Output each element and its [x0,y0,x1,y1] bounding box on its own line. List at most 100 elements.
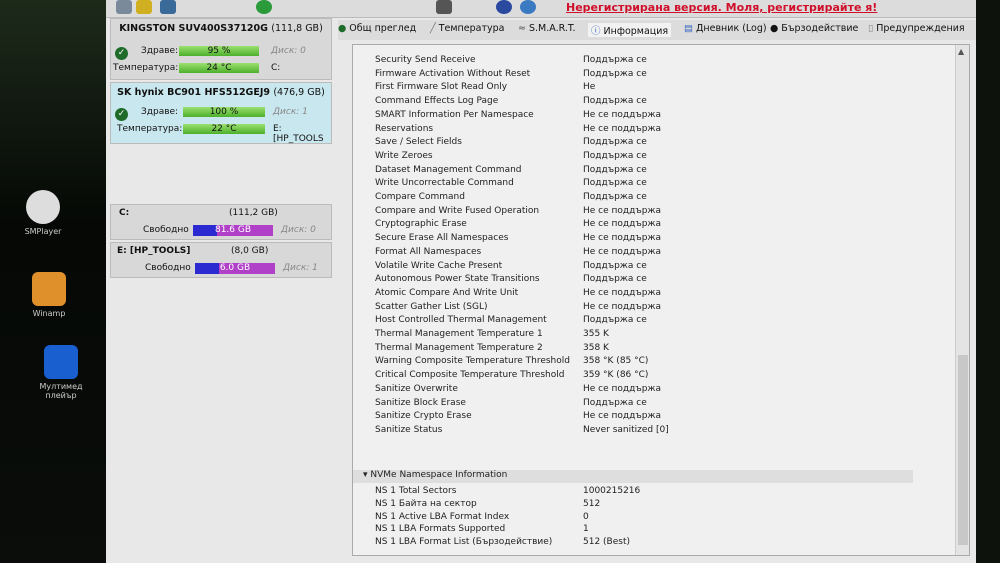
free-space-bar: 6.0 GB [195,263,275,274]
tab-label: Температура [438,23,505,34]
property-value: Не се поддържа [583,287,662,298]
property-value: 512 (Best) [583,537,630,548]
disk-number: Диск: 1 [283,263,318,273]
tab-alerts[interactable]: ▯ Предупреждения [868,23,965,34]
property-value: 1 [583,524,589,535]
property-name: Compare and Write Fused Operation [375,205,540,216]
disk-name: KINGSTON SUV400S37120G [119,23,268,34]
temp-bar: 22 °C [183,124,265,134]
property-name: Autonomous Power State Transitions [375,274,540,285]
property-value: Не се поддържа [583,246,662,257]
property-value: Не се поддържа [583,383,662,394]
temp-label: Температура: [117,124,183,134]
property-value: Поддържа се [583,96,647,107]
health-label: Здраве: [141,107,179,117]
property-name: NS 1 Total Sectors [375,486,457,496]
property-name: Sanitize Overwrite [375,383,458,394]
disk-number: Диск: 0 [271,46,306,56]
tab-label: Дневник (Log) [695,23,767,34]
volume-name: E: [HP_TOOLS] [117,246,191,256]
tab-performance[interactable]: ● Бързодействие [770,23,858,34]
property-name: First Firmware Slot Read Only [375,82,508,93]
unregistered-link[interactable]: Нерегистрирана версия. Моля, регистрирай… [566,1,877,14]
property-name: Secure Erase All Namespaces [375,233,509,244]
property-name: Reservations [375,123,434,134]
desktop-icon-media-player[interactable]: Мултимед плейър [26,345,96,400]
property-name: Sanitize Status [375,424,443,435]
disk-item[interactable]: KINGSTON SUV400S37120G (111,8 GB) ✓ Здра… [110,18,332,80]
tab-label: Информация [603,26,669,37]
tab-information[interactable]: ⓘ Информация [588,23,672,37]
property-value: Поддържа се [583,178,647,189]
disk-size: (111,8 GB) [271,23,323,34]
tab-bar: ● Общ преглед ╱ Температура ≈ S.M.A.R.T. ⓘ И… [338,20,976,40]
property-name: Save / Select Fields [375,137,462,148]
volume-item[interactable]: C: (111,2 GB) Свободно 81.6 GB Диск: 0 [110,204,332,240]
property-value: Поддържа се [583,315,647,326]
property-value: Поддържа се [583,260,647,271]
desktop-icon-smplayer[interactable]: SMPlayer [8,190,78,236]
disk-number: Диск: 1 [273,107,308,117]
toolbar-button-icon[interactable] [116,0,132,14]
toolbar-button-icon[interactable] [160,0,176,14]
property-value: Поддържа се [583,150,647,161]
disk-volume: C: [271,63,281,73]
volume-size: (8,0 GB) [231,246,269,256]
property-name: Volatile Write Cache Present [375,260,503,271]
smart-icon: ≈ [518,23,526,34]
property-name: NS 1 Байта на сектор [375,498,477,509]
tab-overview[interactable]: ● Общ преглед [338,23,416,34]
volume-item[interactable]: E: [HP_TOOLS] (8,0 GB) Свободно 6.0 GB Д… [110,242,332,278]
property-value: Не се поддържа [583,123,662,134]
property-value: Поддържа се [583,192,647,202]
scrollbar[interactable]: ▲ [955,45,969,555]
winamp-icon [32,272,66,306]
property-value: 358 °K (85 °C) [583,356,649,367]
toolbar-button-icon[interactable] [436,0,452,14]
section-header[interactable]: ▾ NVMe Namespace Information [353,470,913,483]
scroll-up-icon[interactable]: ▲ [958,47,964,56]
health-label: Здраве: [141,46,179,56]
property-name: Scatter Gather List (SGL) [375,301,488,312]
property-value: Поддържа се [583,164,647,175]
property-name: Warning Composite Temperature Threshold [375,356,570,367]
tab-label: S.M.A.R.T. [528,23,576,34]
property-name: NS 1 LBA Formats Supported [375,524,506,535]
property-value: Не се поддържа [583,109,662,120]
health-bar: 95 % [179,46,259,56]
property-name: Cryptographic Erase [375,219,467,230]
property-name: Write Uncorrectable Command [375,178,514,189]
tab-log[interactable]: ▤ Дневник (Log) [684,23,767,34]
document-icon: ▯ [868,23,874,34]
check-icon: ● [338,23,347,34]
info-icon[interactable] [520,0,536,14]
disk-item-selected[interactable]: SK hynix BC901 HFS512GEJ9 (476,9 GB) ✓ З… [110,82,332,144]
property-value: 1000215216 [583,486,641,496]
property-value: 0 [583,511,589,522]
property-name: Format All Namespaces [375,246,482,257]
property-name: Dataset Management Command [375,164,522,175]
desktop-icon-winamp[interactable]: Winamp [14,272,84,318]
desktop: SMPlayer Winamp Мултимед плейър [0,0,108,563]
tab-label: Общ преглед [349,23,417,34]
free-label: Свободно [145,263,191,273]
check-icon: ✓ [115,47,128,60]
property-name: Sanitize Crypto Erase [375,411,472,422]
property-name: NS 1 Active LBA Format Index [375,511,510,522]
tab-temperature[interactable]: ╱ Температура [430,23,504,34]
property-value: 355 K [583,329,609,339]
tab-label: Предупреждения [876,23,965,34]
toolbar-button-icon[interactable] [256,0,272,14]
toolbar-button-icon[interactable] [136,0,152,14]
free-space-bar: 81.6 GB [193,225,273,236]
disk-number: Диск: 0 [281,225,316,235]
property-name: Command Effects Log Page [375,96,499,107]
free-label: Свободно [143,225,189,235]
help-icon[interactable] [496,0,512,14]
tab-smart[interactable]: ≈ S.M.A.R.T. [518,23,576,34]
temp-bar: 24 °C [179,63,259,73]
property-value: Не се поддържа [583,301,662,312]
info-icon: ⓘ [591,26,601,37]
property-value: Поддържа се [583,137,647,148]
scrollbar-thumb[interactable] [958,355,968,545]
